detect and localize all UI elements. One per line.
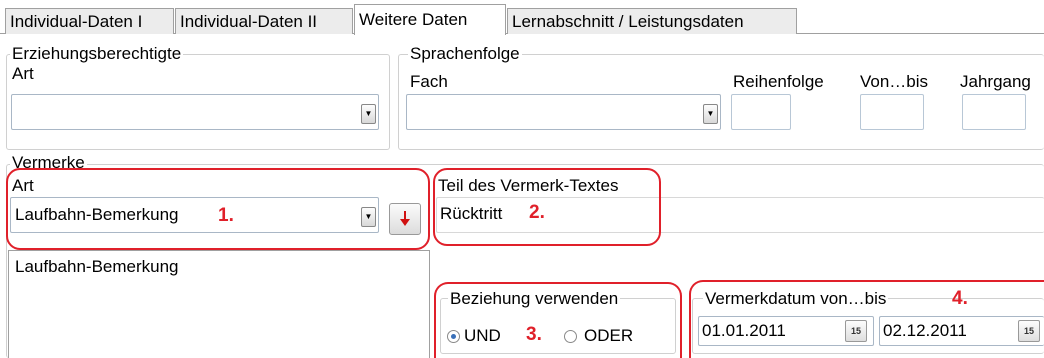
vermerke-list[interactable]: Laufbahn-Bemerkung: [8, 250, 430, 358]
tab-individual-daten-1[interactable]: Individual-Daten I: [5, 8, 174, 34]
erziehungsberechtigte-art-select[interactable]: ▼: [11, 94, 379, 130]
list-item[interactable]: Laufbahn-Bemerkung: [15, 257, 179, 277]
sprachenfolge-fach-label: Fach: [410, 72, 448, 91]
erziehungsberechtigte-art-label: Art: [12, 64, 34, 83]
vonbis-input[interactable]: [860, 94, 924, 130]
tab-weitere-daten[interactable]: Weitere Daten: [354, 4, 506, 35]
annotation-box-2: [433, 168, 661, 246]
vonbis-label: Von…bis: [860, 72, 929, 91]
annotation-box-1: [6, 168, 430, 250]
annotation-box-4: [689, 280, 1044, 358]
dropdown-arrow-icon[interactable]: ▼: [361, 104, 376, 124]
jahrgang-label: Jahrgang: [960, 72, 1031, 91]
sprachenfolge-fach-select[interactable]: ▼: [406, 94, 721, 130]
tab-lernabschnitt[interactable]: Lernabschnitt / Leistungsdaten: [507, 8, 797, 34]
dropdown-arrow-icon[interactable]: ▼: [703, 104, 718, 124]
tab-bar: Individual-Daten I Individual-Daten II W…: [0, 0, 1044, 35]
sprachenfolge-legend: Sprachenfolge: [408, 44, 522, 63]
annotation-box-3: [434, 282, 682, 358]
reihenfolge-input[interactable]: [731, 94, 791, 130]
erziehungsberechtigte-legend: Erziehungsberechtigte: [10, 44, 184, 63]
jahrgang-input[interactable]: [962, 94, 1026, 130]
tab-individual-daten-2[interactable]: Individual-Daten II: [175, 8, 353, 34]
reihenfolge-label: Reihenfolge: [733, 72, 824, 91]
